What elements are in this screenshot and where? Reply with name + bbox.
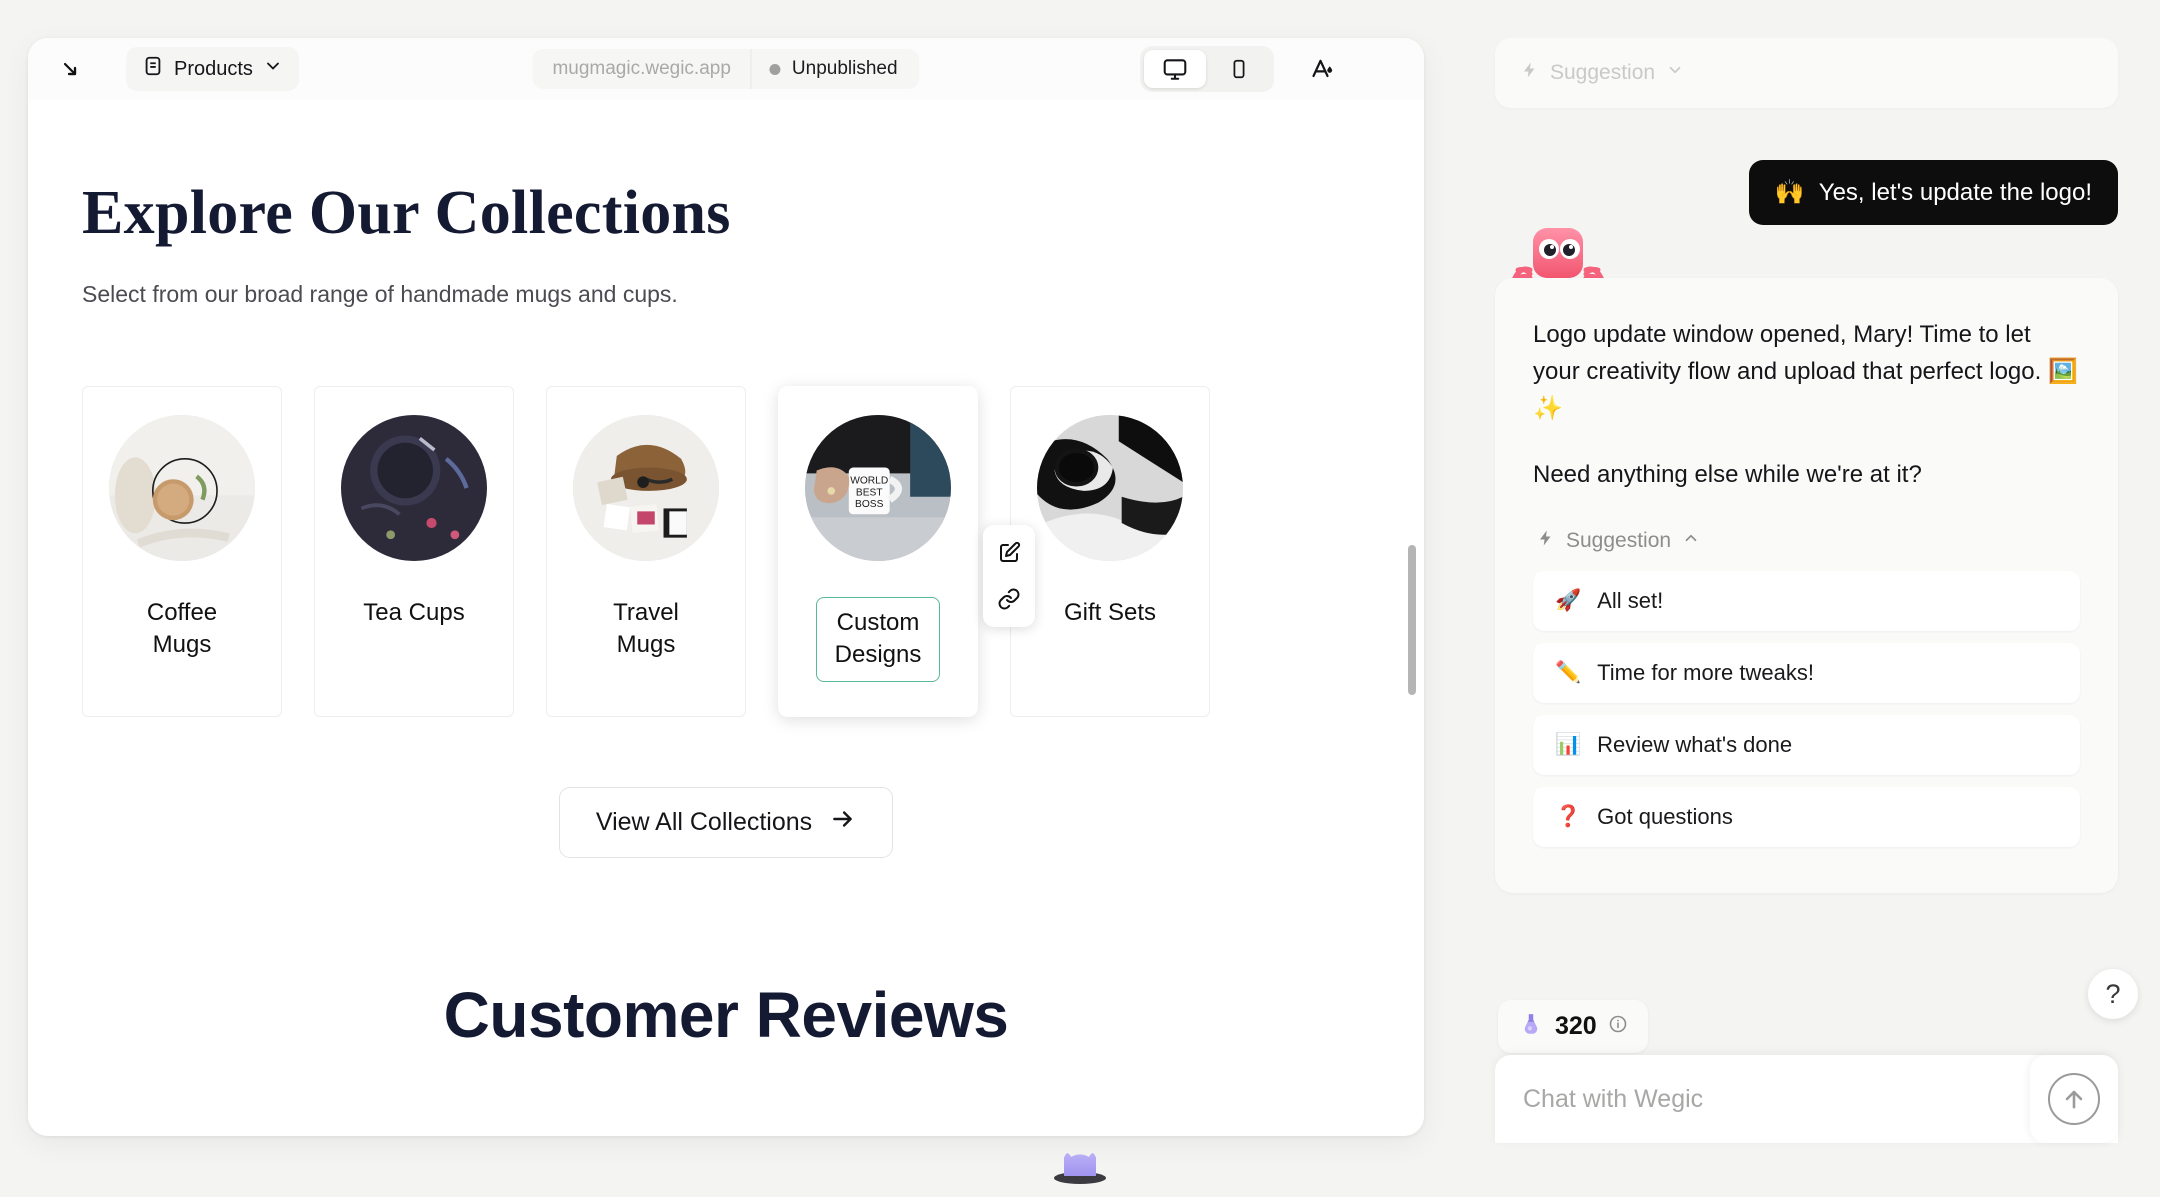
- send-message-button[interactable]: [2030, 1055, 2118, 1143]
- suggestion-label: Time for more tweaks!: [1597, 659, 1814, 685]
- app-root: Products mugmagic.wegic.app Unpublished: [0, 0, 2160, 1197]
- collection-card[interactable]: Gift Sets: [1010, 386, 1210, 717]
- link-element-icon[interactable]: [989, 579, 1029, 619]
- suggestion-header-label: Suggestion: [1566, 528, 1672, 552]
- suggestion-label: Got questions: [1597, 803, 1733, 829]
- label-line-2: Designs: [834, 641, 922, 669]
- collection-thumbnail: WORLD BEST BOSS: [805, 415, 951, 561]
- arrow-right-icon: [830, 806, 856, 839]
- suggestion-item[interactable]: ✏️ Time for more tweaks!: [1533, 642, 2080, 703]
- info-icon[interactable]: [1608, 1014, 1628, 1039]
- lightning-icon: [1521, 61, 1539, 85]
- collection-card-label: Travel Mugs: [557, 597, 735, 662]
- collection-thumbnail: [1037, 415, 1183, 561]
- collection-cards: Coffee Mugs Tea Cups Travel Mugs WORLD B…: [82, 386, 1370, 717]
- assistant-paragraph-1: Logo update window opened, Mary! Time to…: [1533, 321, 2078, 423]
- phone-icon[interactable]: [1208, 50, 1270, 88]
- editor-toolbar: Products mugmagic.wegic.app Unpublished: [28, 38, 1424, 100]
- arrow-up-circle-icon: [2048, 1073, 2100, 1125]
- typography-color-icon[interactable]: [1302, 47, 1346, 91]
- svg-text:BOSS: BOSS: [855, 499, 884, 510]
- label-line-1: Custom: [836, 609, 920, 636]
- label-line-1: Coffee: [146, 599, 218, 626]
- collection-card-label: Gift Sets: [1063, 599, 1157, 626]
- previous-suggestion-header[interactable]: Suggestion: [1495, 38, 2118, 108]
- chevron-up-icon: [1682, 529, 1700, 553]
- collection-thumbnail: [109, 415, 255, 561]
- collection-card[interactable]: Tea Cups: [314, 386, 514, 717]
- collection-thumbnail: [341, 415, 487, 561]
- chat-panel: Suggestion 🙌 Yes, let's update the logo!: [1468, 0, 2160, 1197]
- user-message-emoji: 🙌: [1774, 179, 1805, 206]
- collection-card-label: Custom Designs: [815, 597, 941, 682]
- canvas-scrollbar[interactable]: [1408, 545, 1416, 695]
- chat-input-container: [1495, 1055, 2118, 1143]
- suggestion-label: Review what's done: [1597, 731, 1793, 757]
- view-all-collections-button[interactable]: View All Collections: [558, 786, 894, 858]
- suggestion-item[interactable]: 🚀 All set!: [1533, 570, 2080, 631]
- suggestion-emoji: ✏️: [1555, 660, 1582, 684]
- monitor-icon[interactable]: [1144, 50, 1206, 88]
- suggestion-emoji: 📊: [1555, 732, 1582, 756]
- collection-card-selected[interactable]: WORLD BEST BOSS Custom Designs: [778, 386, 1035, 717]
- collection-card-label: Tea Cups: [363, 599, 465, 626]
- suggestion-header[interactable]: Suggestion: [1537, 529, 2080, 553]
- label-line-1: Travel: [613, 599, 679, 626]
- label-line-2: Mugs: [616, 631, 676, 659]
- collection-card[interactable]: Coffee Mugs: [82, 386, 282, 717]
- page-selector-label: Products: [174, 57, 253, 80]
- previous-suggestion-label: Suggestion: [1550, 61, 1656, 84]
- collection-card[interactable]: Travel Mugs: [546, 386, 746, 717]
- view-all-label: View All Collections: [595, 807, 813, 836]
- viewport-toggle: [1140, 46, 1274, 92]
- chevron-down-icon: [263, 56, 283, 82]
- user-message-text: Yes, let's update the logo!: [1818, 178, 2092, 206]
- assistant-paragraph-2: Need anything else while we're at it?: [1533, 460, 1922, 488]
- page-subtitle: Select from our broad range of handmade …: [82, 281, 678, 307]
- edit-element-icon[interactable]: [989, 533, 1029, 573]
- credits-badge[interactable]: 320: [1498, 1000, 1648, 1053]
- assistant-message-card: Logo update window opened, Mary! Time to…: [1495, 278, 2118, 893]
- potion-icon: [1518, 1011, 1544, 1042]
- suggestion-label: All set!: [1597, 587, 1664, 613]
- label-line-2: Mugs: [152, 631, 212, 659]
- suggestion-item[interactable]: ❓ Got questions: [1533, 786, 2080, 847]
- svg-text:WORLD: WORLD: [850, 476, 888, 487]
- publish-status[interactable]: Unpublished: [752, 58, 920, 80]
- purple-mascot-icon: [1050, 1142, 1110, 1186]
- site-content: Explore Our Collections Select from our …: [28, 100, 1424, 1136]
- user-message-bubble: 🙌 Yes, let's update the logo!: [1748, 160, 2118, 225]
- document-icon: [142, 55, 164, 83]
- suggestion-emoji: 🚀: [1555, 588, 1582, 612]
- collection-card-label: Coffee Mugs: [93, 597, 271, 662]
- chevron-down-icon: [1666, 61, 1684, 85]
- suggestion-item[interactable]: 📊 Review what's done: [1533, 714, 2080, 775]
- lightning-icon: [1537, 529, 1555, 553]
- help-button[interactable]: ?: [2088, 969, 2138, 1019]
- chat-input[interactable]: [1523, 1084, 2090, 1114]
- publish-status-label: Unpublished: [791, 58, 898, 79]
- collection-thumbnail: [573, 415, 719, 561]
- view-all-wrapper: View All Collections: [82, 786, 1370, 858]
- reviews-section-title: Customer Reviews: [443, 978, 1009, 1051]
- credits-count: 320: [1555, 1012, 1597, 1040]
- element-edit-toolbar: [983, 525, 1035, 627]
- svg-text:BEST: BEST: [856, 487, 883, 498]
- status-dot-icon: [769, 63, 781, 75]
- site-address[interactable]: mugmagic.wegic.app: [532, 49, 752, 89]
- page-title: Explore Our Collections: [82, 179, 731, 247]
- address-status-group: mugmagic.wegic.app Unpublished: [532, 49, 920, 89]
- site-preview-window: Products mugmagic.wegic.app Unpublished: [28, 38, 1424, 1136]
- page-selector[interactable]: Products: [126, 47, 299, 91]
- suggestion-emoji: ❓: [1555, 804, 1582, 828]
- expand-diagonal-icon[interactable]: [50, 49, 90, 89]
